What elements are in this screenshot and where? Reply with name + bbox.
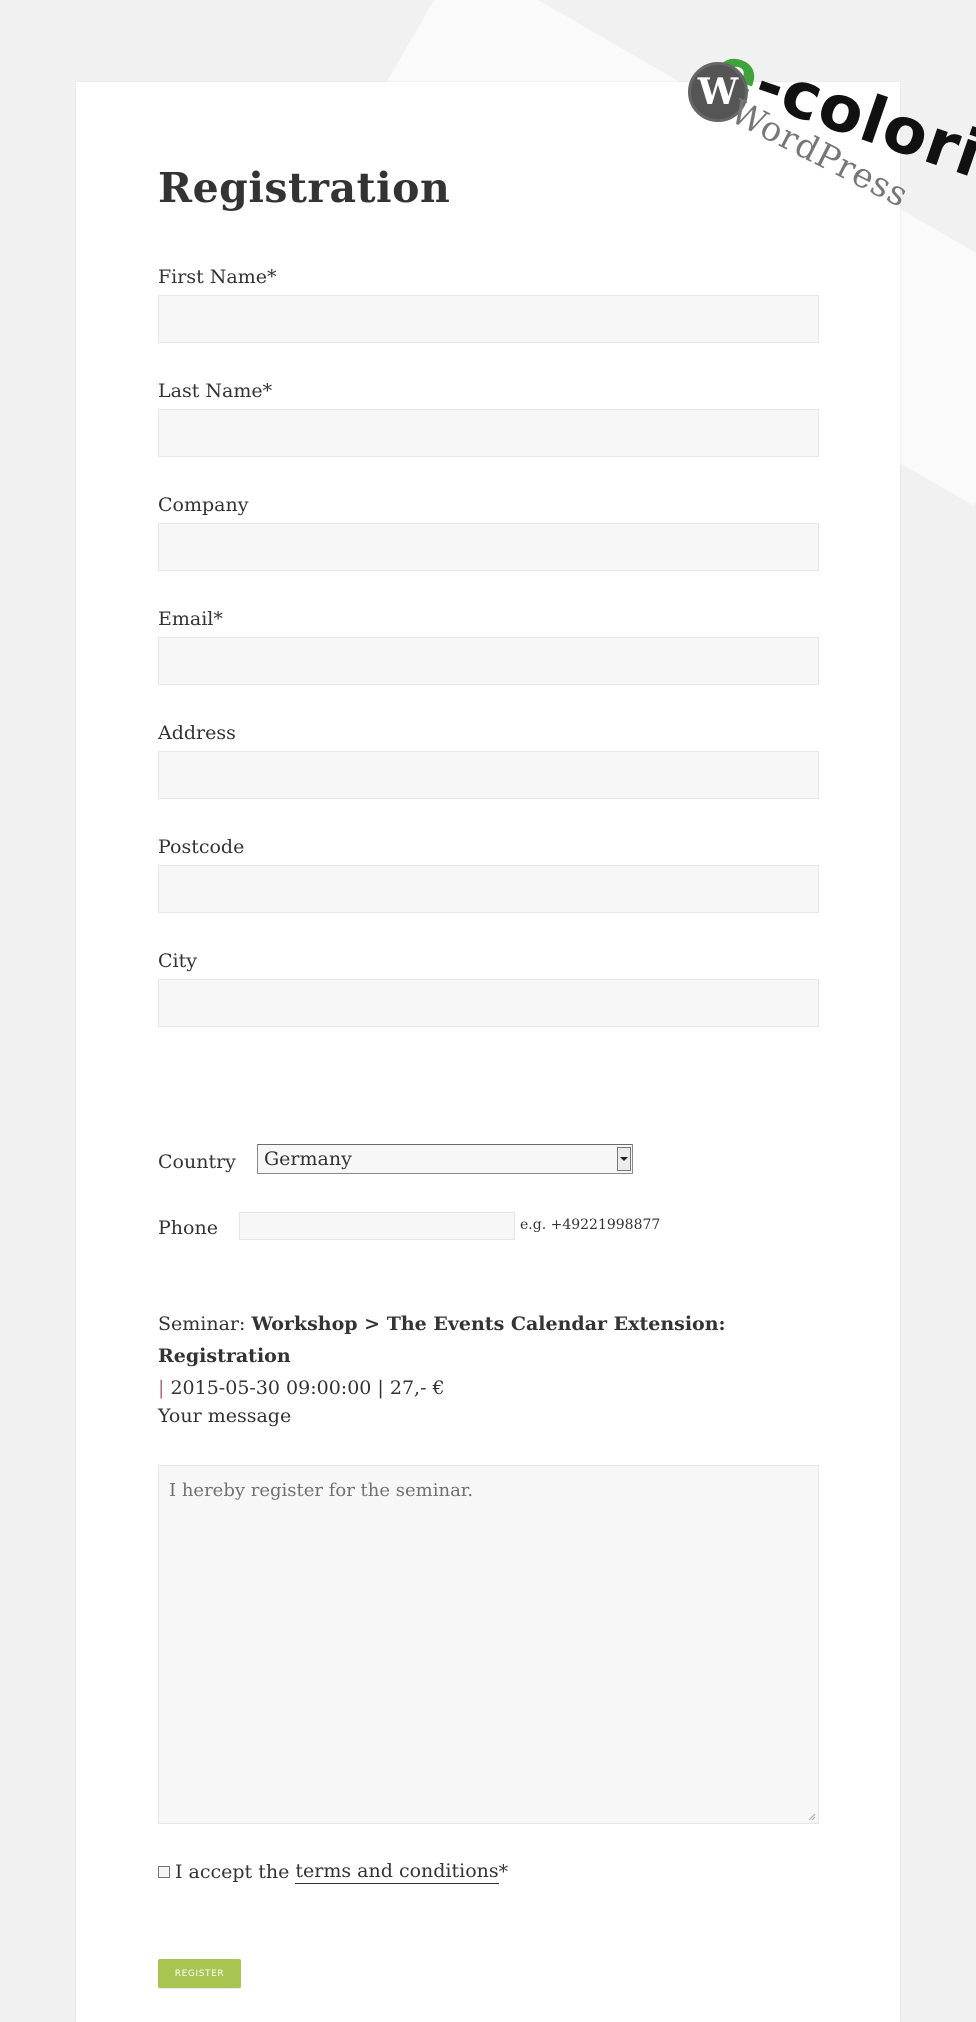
email-label: Email* xyxy=(158,608,223,630)
seminar-prefix: Seminar: xyxy=(158,1313,246,1335)
field-country: Country Germany xyxy=(158,1144,819,1177)
seminar-separator-2: | xyxy=(377,1377,384,1399)
company-input[interactable] xyxy=(158,523,819,571)
field-postcode: Postcode xyxy=(158,835,819,913)
address-input[interactable] xyxy=(158,751,819,799)
first-name-input[interactable] xyxy=(158,295,819,343)
seminar-datetime: 2015-05-30 09:00:00 xyxy=(170,1377,372,1399)
field-address: Address xyxy=(158,721,819,799)
postcode-input[interactable] xyxy=(158,865,819,913)
page-title: Registration xyxy=(158,164,451,212)
chevron-down-icon[interactable] xyxy=(617,1147,631,1171)
country-label: Country xyxy=(158,1151,236,1173)
message-label: Your message xyxy=(158,1405,292,1427)
field-first-name: First Name* xyxy=(158,265,819,343)
terms-prefix: I accept the xyxy=(175,1861,290,1883)
first-name-label: First Name* xyxy=(158,266,277,288)
terms-checkbox[interactable] xyxy=(158,1866,170,1878)
field-company: Company xyxy=(158,493,819,571)
registration-card: Registration First Name* Last Name* Comp… xyxy=(76,82,900,2022)
country-selected-value: Germany xyxy=(264,1148,352,1170)
email-input[interactable] xyxy=(158,637,819,685)
message-text: I hereby register for the seminar. xyxy=(169,1480,474,1501)
country-select[interactable]: Germany xyxy=(257,1144,633,1174)
phone-label: Phone xyxy=(158,1217,218,1239)
field-city: City xyxy=(158,949,819,1027)
resize-grip-icon[interactable] xyxy=(808,1813,816,1821)
field-phone: Phone e.g. +49221998877 xyxy=(158,1212,819,1243)
seminar-separator: | xyxy=(158,1377,165,1399)
seminar-price: 27,- € xyxy=(389,1377,445,1399)
seminar-info: Seminar: Workshop > The Events Calendar … xyxy=(158,1308,819,1404)
register-button[interactable]: REGISTER xyxy=(158,1959,241,1988)
terms-required-mark: * xyxy=(498,1861,509,1883)
last-name-label: Last Name* xyxy=(158,380,273,402)
phone-input[interactable] xyxy=(239,1212,515,1240)
address-label: Address xyxy=(158,722,236,744)
postcode-label: Postcode xyxy=(158,836,245,858)
terms-link[interactable]: terms and conditions xyxy=(295,1860,499,1884)
city-label: City xyxy=(158,950,197,972)
ecolori-wordpress-logo: e-colori W WordPress xyxy=(684,10,976,225)
phone-hint: e.g. +49221998877 xyxy=(520,1217,661,1233)
city-input[interactable] xyxy=(158,979,819,1027)
message-textarea[interactable]: I hereby register for the seminar. xyxy=(158,1465,819,1824)
terms-row: I accept the terms and conditions * xyxy=(158,1860,508,1884)
field-last-name: Last Name* xyxy=(158,379,819,457)
field-email: Email* xyxy=(158,607,819,685)
company-label: Company xyxy=(158,494,249,516)
last-name-input[interactable] xyxy=(158,409,819,457)
